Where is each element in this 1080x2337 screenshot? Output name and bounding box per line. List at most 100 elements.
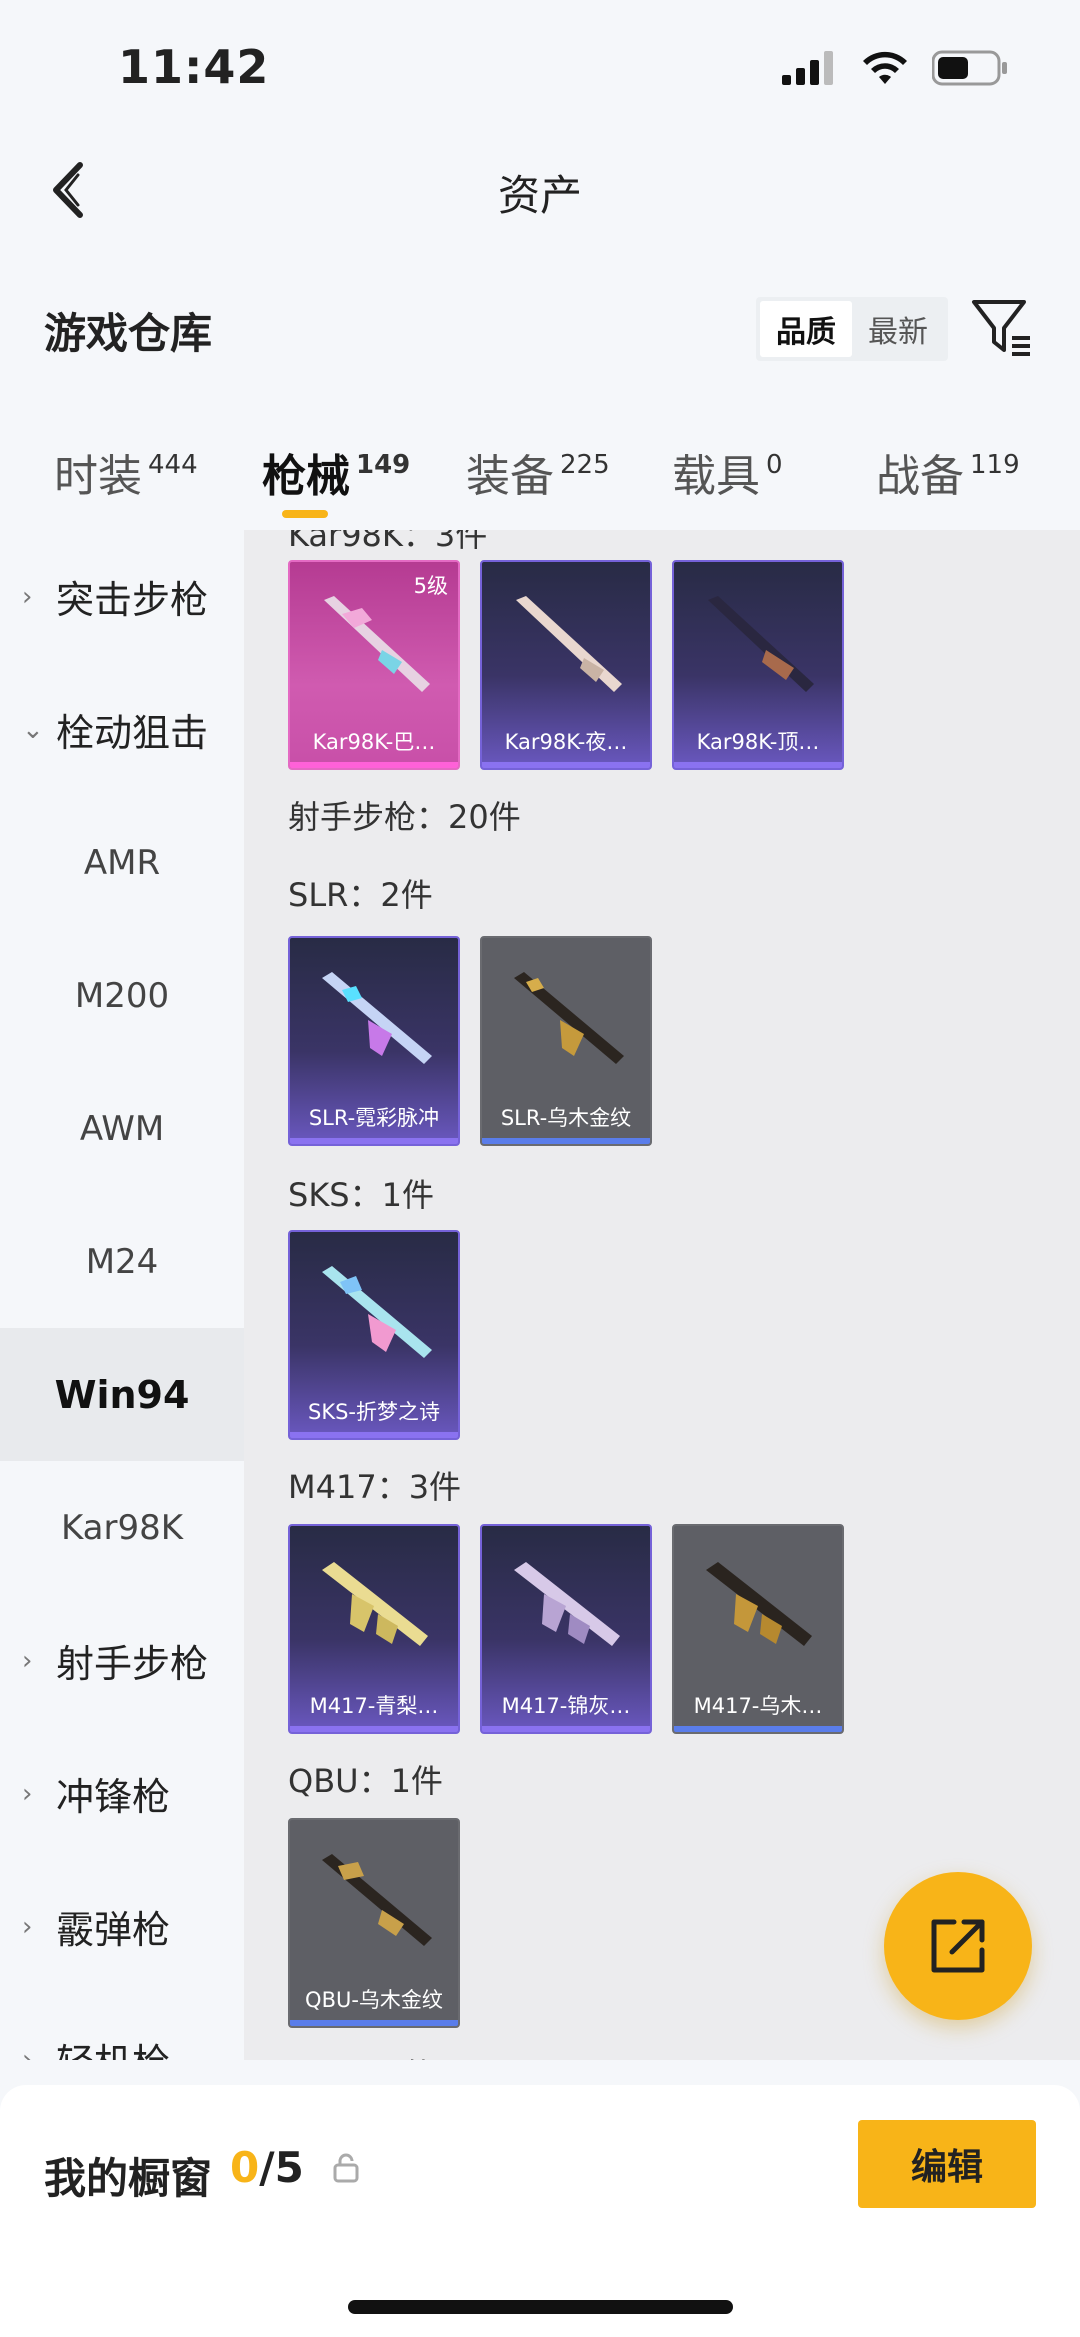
sidebar-item-awm[interactable]: AWM <box>0 1062 244 1195</box>
rarity-bar <box>482 762 650 768</box>
item-card[interactable]: QBU-乌木金纹 <box>288 1818 460 2028</box>
rifle-icon <box>706 1562 812 1646</box>
chevron-right-icon: › <box>22 1911 33 1942</box>
status-time: 11:42 <box>118 40 270 94</box>
tab-fashion[interactable]: 时装 444 <box>54 440 198 504</box>
section-label-m417: M417：3件 <box>288 1468 462 1506</box>
tab-count: 0 <box>766 450 783 480</box>
item-card[interactable]: SKS-折梦之诗 <box>288 1230 460 1440</box>
rifle-icon <box>708 596 814 692</box>
lock-icon <box>333 2153 359 2183</box>
rifle-icon <box>322 1266 432 1358</box>
rarity-bar <box>482 1726 650 1732</box>
item-card[interactable]: M417-乌木… <box>672 1524 844 1734</box>
item-name: SLR-霓彩脉冲 <box>308 1106 440 1130</box>
active-tab-indicator <box>282 510 328 518</box>
rarity-bar <box>290 1432 458 1438</box>
sidebar-item-shotgun[interactable]: › 霰弹枪 <box>0 1860 244 1993</box>
item-name: M417-乌木… <box>693 1694 823 1718</box>
tab-label: 时装 <box>54 451 142 502</box>
status-bar: 11:42 <box>0 0 1080 130</box>
sidebar-item-lmg[interactable]: › 轻机枪 <box>0 1993 244 2060</box>
sidebar-item-win94[interactable]: Win94 <box>0 1328 244 1461</box>
section-label-kar98k: Kar98K：3件 <box>288 530 488 554</box>
warehouse-title: 游戏仓库 <box>44 309 213 358</box>
rifle-icon <box>322 1854 432 1946</box>
filter-button[interactable] <box>970 296 1034 360</box>
sort-option-newest[interactable]: 最新 <box>852 301 944 357</box>
category-tabs: 时装 444 枪械 149 装备 225 载具 0 战备 119 <box>0 430 1080 530</box>
chevron-right-icon: › <box>22 1645 33 1676</box>
status-icons <box>782 50 1008 86</box>
sidebar-item-m24[interactable]: M24 <box>0 1195 244 1328</box>
sidebar-item-bolt-sniper[interactable]: ⌄ 栓动狙击 <box>0 663 244 796</box>
rarity-bar <box>290 762 458 768</box>
sidebar-item-label: 栓动狙击 <box>56 711 209 755</box>
item-grid: Kar98K：3件 5级 Kar98K-巴… Kar98K-夜… Kar98K-… <box>244 530 1080 2060</box>
item-card[interactable]: M417-青梨… <box>288 1524 460 1734</box>
item-card[interactable]: M417-锦灰… <box>480 1524 652 1734</box>
nav-bar: 资产 <box>0 140 1080 240</box>
item-card[interactable]: SLR-乌木金纹 <box>480 936 652 1146</box>
rifle-icon <box>514 972 624 1064</box>
sidebar-item-smg[interactable]: › 冲锋枪 <box>0 1727 244 1860</box>
showcase-count-total: /5 <box>259 2143 304 2192</box>
rifle-icon <box>322 1562 428 1646</box>
tab-label: 战备 <box>876 451 964 502</box>
tab-count: 149 <box>356 450 411 480</box>
rifle-icon <box>324 596 430 692</box>
rifle-icon <box>322 972 432 1064</box>
section-label-sks: SKS：1件 <box>288 1176 434 1214</box>
share-fab-button[interactable] <box>884 1872 1032 2020</box>
tab-firearms[interactable]: 枪械 149 <box>262 440 410 504</box>
chevron-right-icon: › <box>22 2044 33 2061</box>
rifle-icon <box>514 1562 620 1646</box>
sidebar-item-m200[interactable]: M200 <box>0 929 244 1062</box>
tab-equipment[interactable]: 装备 225 <box>466 440 610 504</box>
rarity-bar <box>290 2020 458 2026</box>
tab-count: 225 <box>560 450 610 480</box>
battery-icon <box>932 50 1007 86</box>
sidebar-item-marksman-rifle[interactable]: › 射手步枪 <box>0 1594 244 1727</box>
tab-vehicles[interactable]: 载具 0 <box>672 440 783 504</box>
rarity-bar <box>674 1726 842 1732</box>
sort-option-quality[interactable]: 品质 <box>760 301 852 357</box>
sidebar-item-kar98k[interactable]: Kar98K <box>0 1461 244 1594</box>
item-card[interactable]: Kar98K-夜… <box>480 560 652 770</box>
showcase-label: 我的橱窗 <box>44 2154 213 2203</box>
item-card[interactable]: SLR-霓彩脉冲 <box>288 936 460 1146</box>
rarity-bar <box>482 1138 650 1144</box>
rarity-bar <box>290 1138 458 1144</box>
sidebar-item-label: 射手步枪 <box>56 1642 209 1686</box>
item-card[interactable]: Kar98K-顶… <box>672 560 844 770</box>
sidebar-item-label: 突击步枪 <box>56 578 209 622</box>
tab-supplies[interactable]: 战备 119 <box>876 440 1020 504</box>
section-label-vss: VSS：1件 <box>288 2050 435 2060</box>
page-title: 资产 <box>497 171 582 220</box>
sidebar-item-amr[interactable]: AMR <box>0 796 244 929</box>
section-label-qbu: QBU：1件 <box>288 1762 443 1800</box>
sidebar: › 突击步枪 ⌄ 栓动狙击 AMR M200 AWM M24 Win94 Kar… <box>0 530 244 2060</box>
section-label-marksman: 射手步枪：20件 <box>288 798 521 836</box>
home-indicator <box>348 2300 733 2314</box>
tab-label: 枪械 <box>262 451 350 502</box>
edit-button[interactable]: 编辑 <box>858 2120 1036 2208</box>
chevron-right-icon: › <box>22 1778 33 1809</box>
tab-label: 载具 <box>672 451 760 502</box>
sidebar-item-label: 轻机枪 <box>56 2032 170 2060</box>
tab-label: 装备 <box>466 451 554 502</box>
item-name: SLR-乌木金纹 <box>500 1106 632 1130</box>
tab-count: 444 <box>148 450 198 480</box>
tab-count: 119 <box>970 450 1020 480</box>
wifi-icon <box>863 51 907 84</box>
item-name: Kar98K-顶… <box>696 730 820 754</box>
rarity-bar <box>674 762 842 768</box>
sidebar-item-assault-rifle[interactable]: › 突击步枪 <box>0 530 244 663</box>
item-name: Kar98K-夜… <box>504 730 628 754</box>
item-name: Kar98K-巴… <box>312 730 436 754</box>
item-card[interactable]: 5级 Kar98K-巴… <box>288 560 460 770</box>
sidebar-item-label: 冲锋枪 <box>56 1775 171 1819</box>
filter-icon <box>972 300 1030 356</box>
chevron-down-icon: ⌄ <box>22 714 44 745</box>
showcase-count: 0/5 <box>230 2143 304 2192</box>
